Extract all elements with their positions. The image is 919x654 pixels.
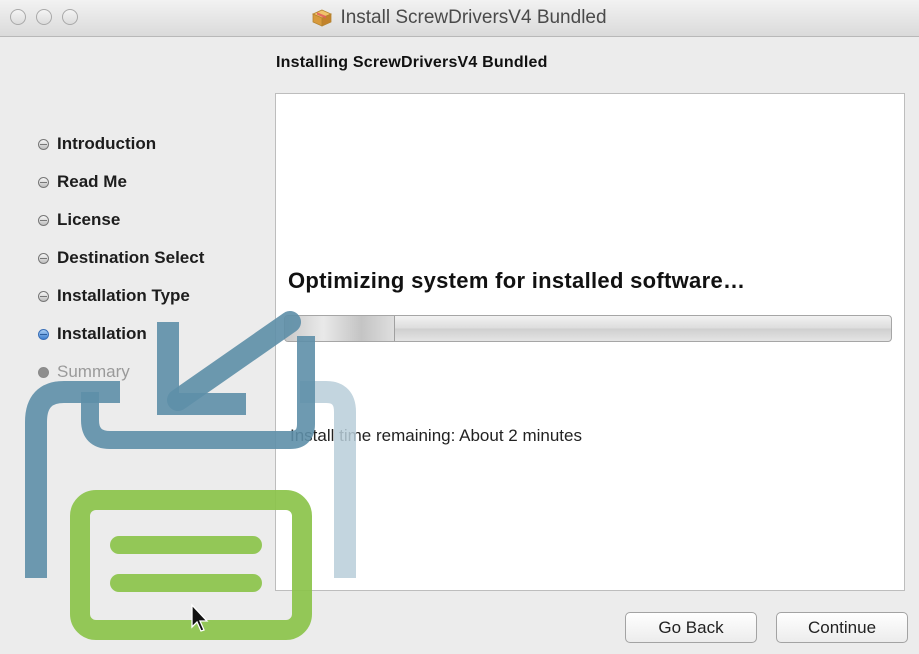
installer-steps-list: Introduction Read Me License Destination Se… bbox=[38, 125, 204, 391]
install-status-text: Optimizing system for installed software… bbox=[288, 268, 746, 293]
page-subtitle: Installing ScrewDriversV4 Bundled bbox=[276, 54, 548, 71]
window-title-group: Install ScrewDriversV4 Bundled bbox=[0, 0, 919, 36]
install-progress-fill bbox=[285, 316, 396, 341]
installer-window: Install ScrewDriversV4 Bundled Installin… bbox=[0, 0, 919, 654]
step-bullet-icon bbox=[38, 138, 49, 150]
go-back-button[interactable]: Go Back bbox=[625, 612, 757, 643]
sidebar-step-installation-type: Installation Type bbox=[38, 277, 204, 315]
title-bar[interactable]: Install ScrewDriversV4 Bundled bbox=[0, 0, 919, 37]
step-bullet-icon bbox=[38, 252, 49, 264]
install-progress-bar bbox=[284, 315, 892, 342]
step-bullet-icon bbox=[38, 366, 49, 378]
step-bullet-icon bbox=[38, 214, 49, 226]
sidebar-step-label: Read Me bbox=[57, 172, 127, 191]
content-panel bbox=[275, 93, 905, 591]
continue-button[interactable]: Continue bbox=[776, 612, 908, 643]
sidebar-step-label: Destination Select bbox=[57, 248, 205, 267]
step-bullet-icon bbox=[38, 290, 49, 302]
sidebar-step-installation: Installation bbox=[38, 315, 204, 353]
sidebar-step-read-me: Read Me bbox=[38, 163, 204, 201]
sidebar-step-destination-select: Destination Select bbox=[38, 239, 204, 277]
window-title: Install ScrewDriversV4 Bundled bbox=[340, 7, 607, 28]
sidebar-step-label: Installation Type bbox=[57, 286, 190, 305]
package-icon bbox=[312, 9, 333, 27]
sidebar-step-label: Summary bbox=[57, 362, 130, 381]
sidebar-step-introduction: Introduction bbox=[38, 125, 204, 163]
step-bullet-icon bbox=[38, 176, 49, 188]
sidebar-step-label: Installation bbox=[57, 324, 147, 343]
sidebar-step-label: Introduction bbox=[57, 134, 157, 153]
mouse-cursor-icon bbox=[191, 603, 209, 632]
step-bullet-icon bbox=[38, 328, 49, 340]
time-remaining-text: Install time remaining: About 2 minutes bbox=[290, 426, 582, 445]
sidebar-step-summary: Summary bbox=[38, 353, 204, 391]
sidebar-step-label: License bbox=[57, 210, 121, 229]
sidebar-step-license: License bbox=[38, 201, 204, 239]
